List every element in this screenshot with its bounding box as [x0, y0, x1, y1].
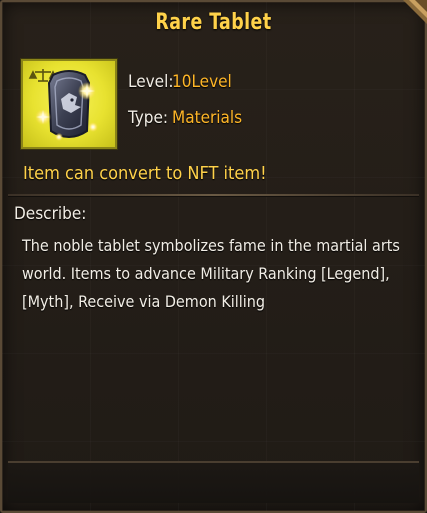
- describe-label: Describe:: [14, 204, 87, 224]
- corner-ornament-icon: [403, 0, 427, 24]
- type-value: Materials: [172, 108, 243, 128]
- tooltip-footer: [8, 461, 419, 503]
- rare-tablet-icon: [28, 69, 98, 141]
- item-title: Rare Tablet: [155, 10, 272, 35]
- level-label: Level:: [128, 72, 174, 92]
- item-description: The noble tablet symbolizes fame in the …: [22, 236, 400, 311]
- item-tooltip-panel: Rare Tablet Level: 10Level Type: Materia…: [0, 0, 427, 513]
- section-divider: [8, 194, 419, 196]
- type-label: Type:: [128, 108, 169, 128]
- nft-notice: Item can convert to NFT item!: [23, 163, 267, 184]
- item-icon-frame: [21, 59, 117, 149]
- level-value: 10Level: [172, 72, 232, 92]
